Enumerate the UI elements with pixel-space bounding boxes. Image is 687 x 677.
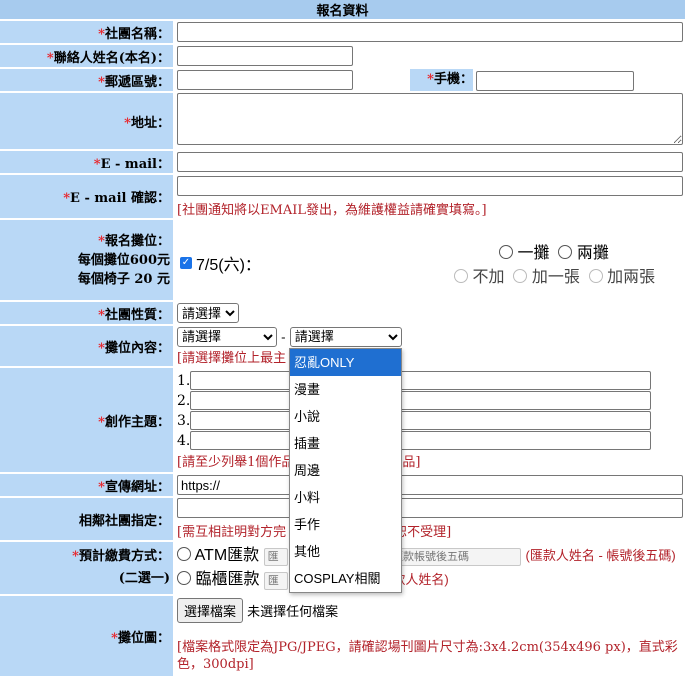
club-name-label: *社團名稱： [0,21,173,43]
booth-two-radio[interactable] [558,245,573,259]
check-icon: ✓ [180,257,192,269]
chair-none-radio[interactable] [454,269,468,283]
booth-one-radio[interactable] [499,245,513,259]
theme-input-2[interactable] [190,390,652,410]
theme-label: *創作主題： [0,368,173,472]
theme-input-4[interactable] [190,430,652,450]
booth-content-select-2[interactable]: 請選擇 [289,326,402,347]
postal-code-input[interactable] [177,70,353,90]
atm-label: ATM匯款 [194,547,260,564]
postal-code-label: *郵遞區號： [0,69,173,91]
booth-content-dash: - [281,330,286,345]
booth-count-options: 一攤 兩攤 [499,239,609,263]
email-label: *E - mail： [0,151,173,173]
mobile-input[interactable] [476,71,634,91]
dropdown-option[interactable]: 手作 [290,511,401,538]
neighbor-label: 相鄰社團指定： [0,498,173,540]
theme-input-1[interactable] [190,370,652,390]
email-input[interactable] [177,152,683,172]
booth-price-note: 每個攤位600元 [77,252,170,268]
atm-radio[interactable] [177,547,191,561]
email-confirm-label: *E - mail 確認： [0,175,173,218]
contact-name-label: *聯絡人姓名(本名)： [0,45,173,67]
club-name-input[interactable] [177,22,683,42]
theme-input-3[interactable] [190,410,652,430]
counter-radio[interactable] [177,571,191,585]
payment-label: *預計繳費方式： (二選一) [0,542,173,594]
atm-name-input[interactable] [263,548,288,566]
atm-code-input[interactable] [388,548,522,566]
booth-content-note: [請選擇攤位上最主 [177,350,287,366]
booth-content-select-1[interactable]: 請選擇 [177,326,277,347]
email-note: [社團通知將以EMAIL發出，為維護權益請確實填寫。] [177,203,487,218]
dropdown-option[interactable]: COSPLAY相關 [290,565,401,592]
address-textarea[interactable] [177,93,683,145]
registration-form: 報名資料 *社團名稱： *聯絡人姓名(本名)： *郵遞區號： *手機： *地址：… [0,0,687,677]
dropdown-option[interactable]: 小料 [290,484,401,511]
choose-file-button[interactable]: 選擇檔案 [177,598,244,623]
booth-date: 7/5(六)： [196,257,261,274]
chair-one-radio[interactable] [513,269,528,283]
booth-date-checkbox[interactable]: ✓ [180,254,192,269]
dropdown-option[interactable]: 小說 [290,403,401,430]
dropdown-option[interactable]: 忍亂ONLY [290,349,401,376]
mobile-label: *手機： [410,69,473,91]
booth-image-note: [檔案格式限定為JPG/JPEG，請確認場刊圖片尺寸為:3x4.2cm(354x… [177,640,678,672]
file-status: 未選擇任何檔案 [247,604,339,619]
dropdown-option[interactable]: 其他 [290,538,401,565]
counter-label: 臨櫃匯款 [195,571,260,588]
address-label: *地址： [0,93,173,149]
booth-content-label: *攤位內容： [0,326,173,366]
form-header: 報名資料 [0,0,685,19]
website-input[interactable] [177,475,683,495]
club-type-label: *社團性質： [0,302,173,324]
dropdown-option[interactable]: 漫畫 [290,376,401,403]
neighbor-input[interactable] [177,498,683,518]
dropdown-option[interactable]: 周邊 [290,457,401,484]
counter-name-input[interactable] [263,572,288,590]
atm-note: (匯款人姓名 - 帳號後五碼) [525,548,676,563]
booth-label: *報名攤位： 每個攤位600元 每個椅子 20 元 [0,220,173,300]
chair-options: 不加 加一張 加兩張 [454,263,655,287]
dropdown-option[interactable]: 插畫 [290,430,401,457]
booth-image-label: *攤位圖： [0,596,173,676]
neighbor-note: [需互相註明對方完 恕不受理] [177,525,452,540]
email-confirm-input[interactable] [177,176,683,196]
chair-two-radio[interactable] [588,269,603,283]
club-type-select[interactable]: 請選擇 [177,303,239,323]
website-label: *宣傳網址： [0,474,173,496]
contact-name-input[interactable] [177,46,353,66]
booth-content-dropdown: 忍亂ONLY 漫畫 小說 插畫 周邊 小料 手作 其他 COSPLAY相關 [289,348,402,593]
chair-price-note: 每個椅子 20 元 [77,271,170,287]
